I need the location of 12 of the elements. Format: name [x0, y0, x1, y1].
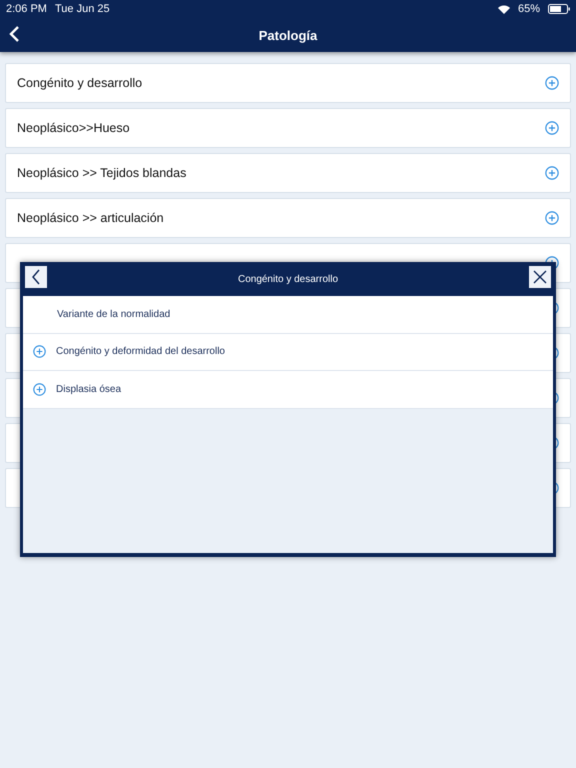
status-time: 2:06 PM — [6, 3, 47, 15]
category-label: Neoplásico >> articulación — [17, 211, 164, 225]
battery-percent: 65% — [518, 3, 540, 15]
dialog-item-label: Congénito y deformidad del desarrollo — [56, 346, 225, 358]
page-title: Patología — [258, 28, 318, 42]
dialog-item-label: Variante de la normalidad — [57, 308, 170, 320]
dialog-title: Congénito y desarrollo — [238, 274, 338, 284]
category-label: Congénito y desarrollo — [17, 76, 142, 90]
dialog-item-label: Displasia ósea — [56, 384, 122, 395]
status-date: Tue Jun 25 — [54, 3, 110, 15]
category-label: Neoplásico >> Tejidos blandas — [17, 166, 186, 180]
category-label: Neoplásico>>Hueso — [17, 121, 130, 135]
